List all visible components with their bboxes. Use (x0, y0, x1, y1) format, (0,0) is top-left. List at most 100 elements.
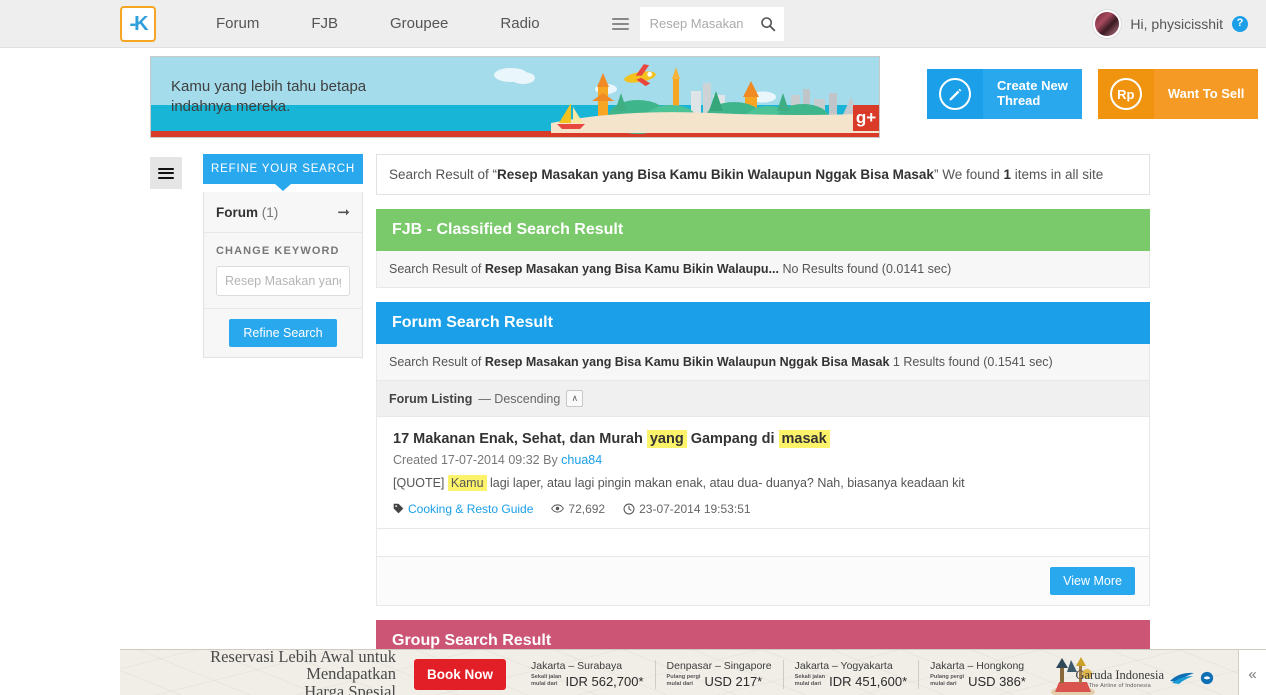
thread-category-link[interactable]: Cooking & Resto Guide (408, 502, 533, 516)
ad-route-item[interactable]: Jakarta – Surabaya Sekali jalan mulai da… (520, 660, 655, 689)
eye-icon (551, 504, 565, 513)
want-to-sell-label: Want To Sell (1153, 69, 1259, 119)
forum-listing-label: Forum Listing (389, 391, 473, 406)
refine-search-button[interactable]: Refine Search (229, 319, 337, 347)
forum-status-query: Resep Masakan yang Bisa Kamu Bikin Walau… (484, 355, 890, 369)
route-price: USD 386* (968, 673, 1026, 689)
create-new-thread-button[interactable]: Create New Thread (927, 69, 1082, 119)
hamburger-icon (157, 165, 175, 181)
user-menu[interactable]: Hi, physicisshit ? (1093, 9, 1248, 38)
route-name: Denpasar – Singapore (666, 659, 772, 672)
route-price-row: Pulang pergi mulai dari USD 386* (930, 674, 1026, 689)
change-keyword-section: CHANGE KEYWORD (204, 233, 362, 309)
summary-suffix-2: items in all site (1011, 167, 1104, 182)
change-keyword-title: CHANGE KEYWORD (216, 245, 340, 257)
want-to-sell-button[interactable]: Rp Want To Sell (1097, 69, 1259, 119)
sidebar-item-forum[interactable]: Forum (1) ➞ (204, 192, 362, 233)
thread-meta: Created 17-07-2014 09:32 By chua84 (393, 453, 1133, 467)
ad-brand-name: Garuda Indonesia (1075, 667, 1164, 682)
book-now-button[interactable]: Book Now (414, 658, 506, 690)
help-icon[interactable]: ? (1232, 15, 1248, 32)
nav-link-forum[interactable]: Forum (190, 15, 285, 32)
action-buttons: Create New Thread Rp Want To Sell (927, 69, 1259, 119)
ad-headline: Reservasi Lebih Awal untuk Mendapatkan H… (136, 648, 396, 695)
thread-last-post: 23-07-2014 19:53:51 (623, 501, 751, 516)
ad-collapse-button[interactable]: « (1238, 649, 1266, 695)
ad-route-item[interactable]: Jakarta – Hongkong Pulang pergi mulai da… (918, 659, 1037, 689)
forum-filter-label: Forum (1) (216, 205, 278, 220)
view-more-button[interactable]: View More (1050, 566, 1135, 595)
logo-k-icon: -K (129, 12, 148, 35)
thread-title-part-2: Gampang di (686, 431, 779, 447)
search-icon[interactable] (760, 16, 776, 32)
fjb-section-status: Search Result of Resep Masakan yang Bisa… (376, 251, 1150, 288)
route-name: Jakarta – Surabaya (531, 659, 623, 672)
forum-listing-bar: Forum Listing — Descending ∧ (376, 381, 1150, 417)
sidebar-toggle-button[interactable] (150, 157, 182, 189)
avatar[interactable] (1093, 9, 1122, 38)
navbar-search (601, 6, 784, 41)
arrow-right-icon: ➞ (337, 204, 350, 221)
create-new-thread-label: Create New Thread (983, 69, 1082, 119)
fjb-section: FJB - Classified Search Result Search Re… (376, 209, 1150, 288)
nav-links: Forum FJB Groupee Radio (190, 15, 566, 32)
ad-headline-line-1: Reservasi Lebih Awal untuk Mendapatkan (210, 648, 396, 684)
search-input[interactable] (649, 16, 760, 31)
snippet-prefix: [QUOTE] (393, 476, 448, 490)
forum-listing-sort: — Descending (478, 391, 561, 406)
search-field[interactable] (639, 6, 784, 41)
nav-link-radio[interactable]: Radio (474, 15, 565, 32)
sort-toggle-button[interactable]: ∧ (566, 390, 584, 407)
forum-status-prefix: Search Result of (389, 355, 485, 369)
thread-list-spacer (376, 528, 1150, 557)
thread-result-item[interactable]: 17 Makanan Enak, Sehat, dan Murah yang G… (376, 417, 1150, 529)
thread-category[interactable]: Cooking & Resto Guide (393, 502, 533, 516)
route-name: Jakarta – Hongkong (930, 659, 1025, 672)
forum-filter-name: Forum (216, 204, 258, 220)
route-price: IDR 451,600* (829, 673, 908, 689)
thread-title-highlight-2: masak (778, 430, 830, 448)
garuda-emblem-icon (1200, 671, 1214, 685)
nav-link-groupee[interactable]: Groupee (364, 15, 474, 32)
banner-row: Kamu yang lebih tahu betapa indahnya mer… (0, 48, 1266, 138)
refine-footer: Refine Search (204, 309, 362, 357)
ad-brand-tagline: The Airline of Indonesia (1088, 682, 1151, 689)
banner-line-2: indahnya mereka. (171, 98, 291, 116)
promo-banner[interactable]: Kamu yang lebih tahu betapa indahnya mer… (150, 56, 880, 138)
banner-line-1: Kamu yang lebih tahu betapa (171, 78, 367, 95)
route-price-row: Pulang pergi mulai dari USD 217* (667, 674, 772, 689)
ad-route-item[interactable]: Denpasar – Singapore Pulang pergi mulai … (654, 659, 783, 689)
ad-route-item[interactable]: Jakarta – Yogyakarta Sekali jalan mulai … (782, 659, 919, 689)
route-price: IDR 562,700* (565, 673, 644, 689)
thread-last-post-time: 23-07-2014 19:53:51 (639, 501, 751, 516)
thread-author-link[interactable]: chua84 (561, 453, 602, 467)
kaskus-logo[interactable]: -K (120, 5, 156, 42)
pencil-glyph (949, 88, 961, 100)
banner-text: Kamu yang lebih tahu betapa indahnya mer… (171, 77, 366, 118)
ad-routes: Jakarta – Surabaya Sekali jalan mulai da… (520, 659, 1037, 689)
google-plus-icon[interactable]: g+ (853, 105, 879, 131)
ad-headline-line-2: Harga Spesial (304, 681, 396, 695)
refine-panel: Forum (1) ➞ CHANGE KEYWORD Refine Search (203, 192, 363, 358)
snippet-highlight: Kamu (447, 475, 487, 491)
route-price-row: Sekali jalan mulai dari IDR 451,600* (795, 674, 908, 689)
nav-link-fjb[interactable]: FJB (285, 15, 364, 32)
thread-views: 72,692 (551, 502, 605, 516)
keyword-input[interactable] (216, 266, 350, 296)
rp-glyph: Rp (1109, 78, 1142, 110)
bottom-ad-banner[interactable]: Reservasi Lebih Awal untuk Mendapatkan H… (120, 648, 1266, 695)
summary-prefix: Search Result of “ (389, 167, 498, 182)
route-type: Sekali jalan mulai dari (794, 674, 826, 687)
pencil-icon (927, 69, 983, 119)
thread-title[interactable]: 17 Makanan Enak, Sehat, dan Murah yang G… (393, 430, 1133, 448)
thread-title-highlight-1: yang (646, 430, 687, 448)
thread-created-text: Created 17-07-2014 09:32 By (393, 453, 562, 467)
fjb-status-result: No Results found (0.0141 sec) (778, 262, 952, 276)
tag-icon (393, 503, 404, 514)
route-price: USD 217* (704, 673, 763, 689)
fjb-status-prefix: Search Result of (389, 262, 485, 276)
search-category-menu-button[interactable] (601, 6, 640, 41)
refine-your-search-header[interactable]: REFINE YOUR SEARCH (203, 154, 363, 184)
search-summary-bar: Search Result of “Resep Masakan yang Bis… (376, 154, 1150, 195)
content-area: REFINE YOUR SEARCH Forum (1) ➞ CHANGE KE… (0, 138, 1266, 695)
